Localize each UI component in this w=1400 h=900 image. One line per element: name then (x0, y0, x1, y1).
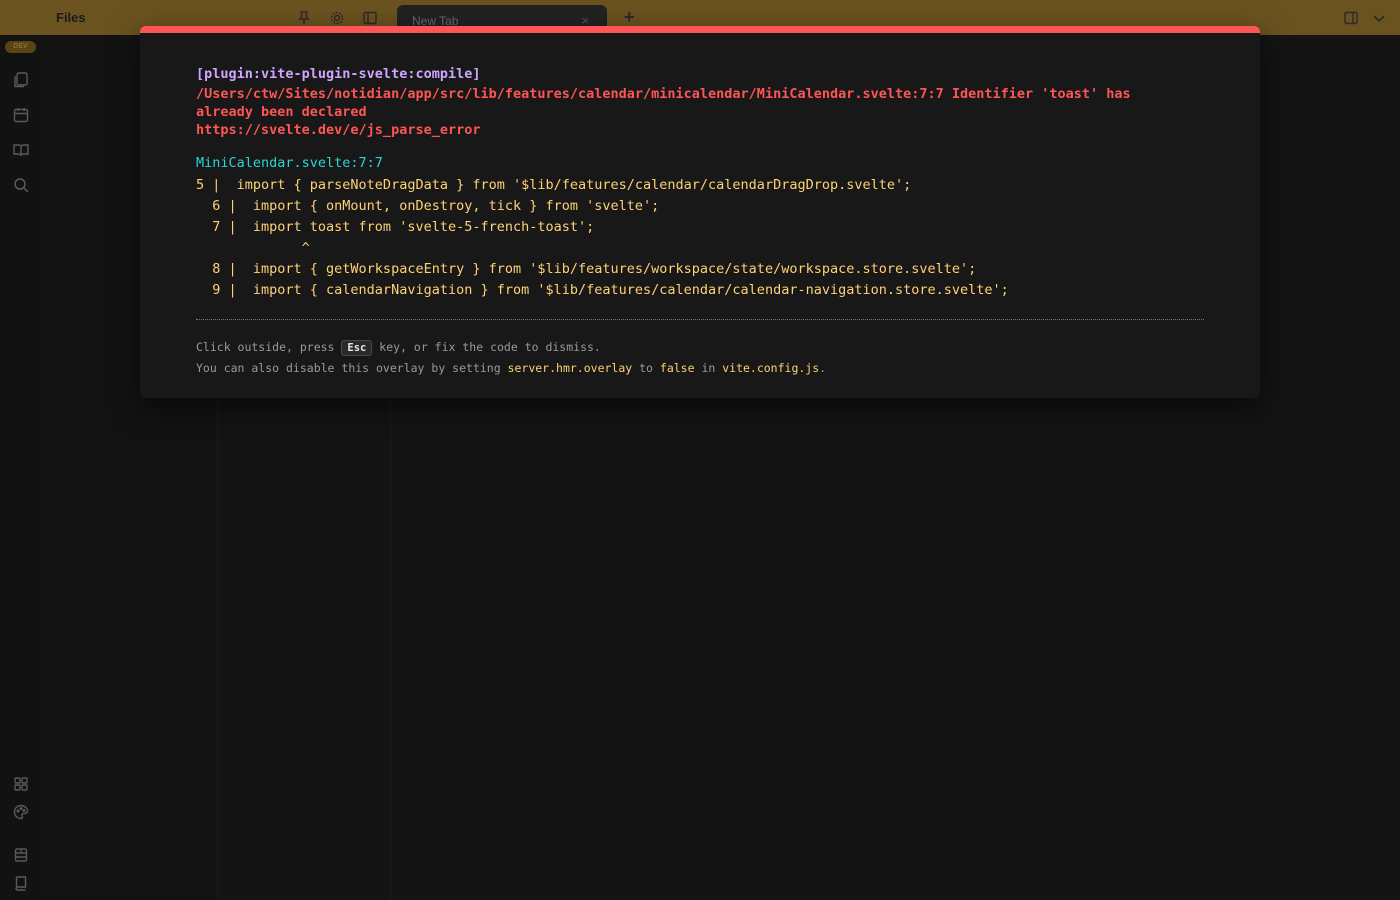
layout-grid-icon[interactable] (12, 775, 30, 793)
chevron-down-icon[interactable] (1371, 10, 1387, 26)
tip-text: . (819, 361, 827, 375)
sidebar-toggle-icon[interactable] (362, 10, 378, 26)
book-closed-icon[interactable] (12, 874, 30, 892)
sidebar-title: Files (56, 10, 86, 25)
tip-text: key, or fix the code to dismiss. (372, 340, 601, 354)
calendar-icon[interactable] (12, 106, 30, 124)
error-overlay: [plugin:vite-plugin-svelte:compile] /Use… (140, 26, 1260, 398)
esc-key: Esc (341, 340, 373, 356)
palette-icon[interactable] (12, 803, 30, 821)
archive-icon[interactable] (12, 846, 30, 864)
setting-value: false (659, 361, 695, 375)
error-message: /Users/ctw/Sites/notidian/app/src/lib/fe… (196, 86, 1131, 138)
tip-text: You can also disable this overlay by set… (196, 361, 508, 375)
right-sidebar-toggle-icon[interactable] (1343, 10, 1359, 26)
setting-name: server.hmr.overlay (507, 361, 633, 375)
error-plugin: [plugin:vite-plugin-svelte:compile] (196, 66, 481, 82)
dev-badge: DEV (5, 41, 36, 53)
files-icon[interactable] (12, 71, 30, 89)
config-file: vite.config.js (722, 361, 820, 375)
tip-text: Click outside, press (196, 340, 342, 354)
code-frame: 5 | import { parseNoteDragData } from '$… (196, 177, 1009, 298)
gear-icon[interactable] (329, 10, 345, 26)
error-file-link[interactable]: MiniCalendar.svelte:7:7 (196, 155, 383, 171)
left-ribbon: DEV (0, 35, 41, 900)
disable-tip: You can also disable this overlay by set… (196, 361, 826, 375)
new-tab-button[interactable]: + (624, 7, 635, 28)
search-icon[interactable] (12, 176, 30, 194)
pin-icon[interactable] (296, 10, 312, 26)
tip-text: in (694, 361, 723, 375)
divider (196, 319, 1204, 320)
dismiss-tip: Click outside, press Esc key, or fix the… (196, 340, 601, 356)
book-icon[interactable] (12, 141, 30, 159)
tip-text: to (632, 361, 660, 375)
